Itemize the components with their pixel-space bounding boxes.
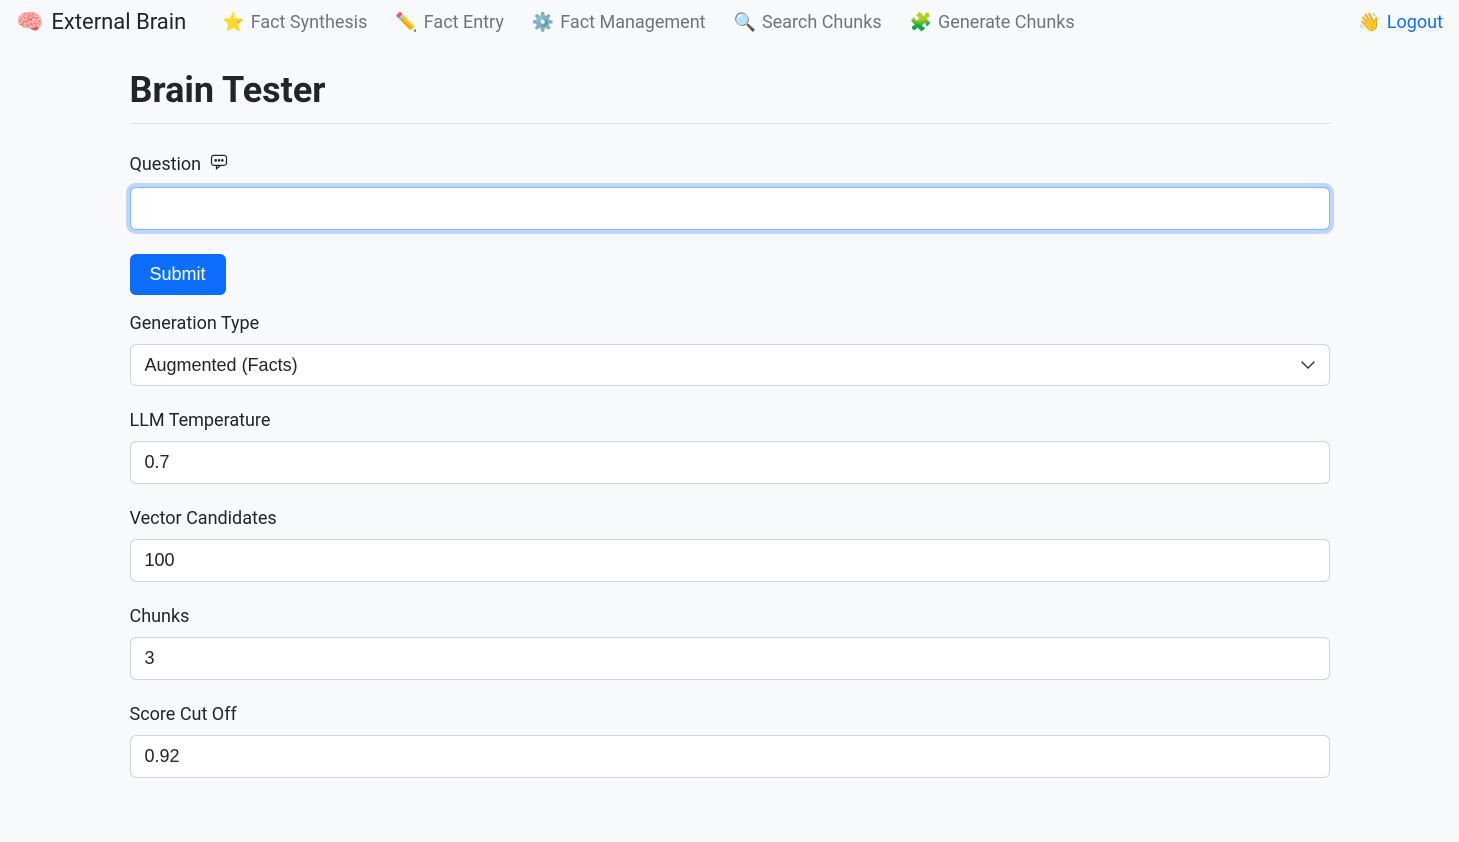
magnifier-icon: 🔍 bbox=[734, 12, 756, 33]
page-title: Brain Tester bbox=[130, 69, 1330, 111]
question-label-text: Question bbox=[130, 154, 202, 175]
score-cutoff-group: Score Cut Off bbox=[130, 704, 1330, 778]
nav-link-label: Generate Chunks bbox=[938, 12, 1075, 33]
vector-candidates-input[interactable] bbox=[130, 539, 1330, 582]
chunks-label-text: Chunks bbox=[130, 606, 190, 627]
llm-temperature-input[interactable] bbox=[130, 441, 1330, 484]
score-cutoff-input[interactable] bbox=[130, 735, 1330, 778]
nav-search-chunks[interactable]: 🔍 Search Chunks bbox=[722, 8, 894, 37]
divider bbox=[130, 123, 1330, 124]
vector-candidates-label: Vector Candidates bbox=[130, 508, 1330, 529]
nav-link-label: Fact Management bbox=[560, 12, 705, 33]
submit-button[interactable]: Submit bbox=[130, 254, 226, 295]
vector-candidates-label-text: Vector Candidates bbox=[130, 508, 277, 529]
question-group: Question bbox=[130, 152, 1330, 230]
nav-link-label: Search Chunks bbox=[762, 12, 882, 33]
navbar: 🧠 External Brain ⭐ Fact Synthesis ✏️ Fac… bbox=[0, 0, 1459, 45]
nav-fact-synthesis[interactable]: ⭐ Fact Synthesis bbox=[210, 8, 379, 37]
nav-fact-management[interactable]: ⚙️ Fact Management bbox=[520, 8, 718, 37]
chunks-label: Chunks bbox=[130, 606, 1330, 627]
generation-type-group: Augmented (Facts) bbox=[130, 344, 1330, 386]
wave-icon: 👋 bbox=[1358, 12, 1380, 33]
score-cutoff-label-text: Score Cut Off bbox=[130, 704, 237, 725]
logout-link[interactable]: 👋 Logout bbox=[1358, 12, 1443, 33]
gear-icon: ⚙️ bbox=[532, 12, 554, 33]
nav-link-label: Fact Synthesis bbox=[251, 12, 368, 33]
generation-type-select[interactable]: Augmented (Facts) bbox=[130, 344, 1330, 386]
chunks-input[interactable] bbox=[130, 637, 1330, 680]
star-icon: ⭐ bbox=[222, 12, 244, 33]
llm-temperature-label-text: LLM Temperature bbox=[130, 410, 271, 431]
llm-temperature-group: LLM Temperature bbox=[130, 410, 1330, 484]
pencil-icon: ✏️ bbox=[395, 12, 417, 33]
brand-link[interactable]: 🧠 External Brain bbox=[16, 10, 186, 35]
score-cutoff-label: Score Cut Off bbox=[130, 704, 1330, 725]
question-input[interactable] bbox=[130, 187, 1330, 230]
main-container: Brain Tester Question Submit Generation … bbox=[130, 45, 1330, 842]
generation-type-label: Generation Type bbox=[130, 313, 1330, 334]
logout-label: Logout bbox=[1387, 12, 1443, 33]
llm-temperature-label: LLM Temperature bbox=[130, 410, 1330, 431]
chat-icon bbox=[209, 152, 229, 177]
nav-fact-entry[interactable]: ✏️ Fact Entry bbox=[383, 8, 515, 37]
question-label: Question bbox=[130, 152, 1330, 177]
nav-generate-chunks[interactable]: 🧩 Generate Chunks bbox=[898, 8, 1087, 37]
brain-icon: 🧠 bbox=[16, 10, 43, 35]
brand-text: External Brain bbox=[51, 10, 186, 35]
nav-link-label: Fact Entry bbox=[424, 12, 504, 33]
vector-candidates-group: Vector Candidates bbox=[130, 508, 1330, 582]
chunks-group: Chunks bbox=[130, 606, 1330, 680]
puzzle-icon: 🧩 bbox=[910, 12, 932, 33]
